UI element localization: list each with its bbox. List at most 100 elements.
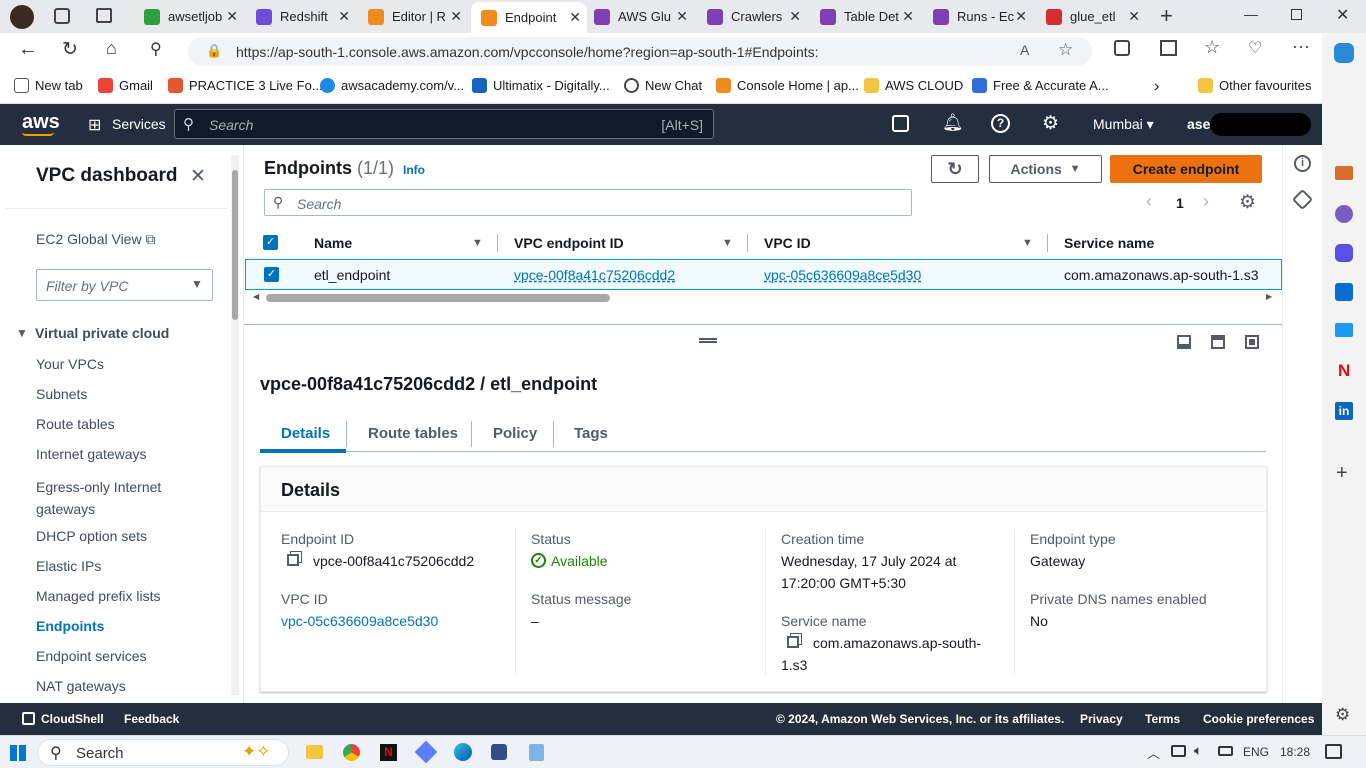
- select-all-checkbox[interactable]: ✓: [263, 235, 278, 250]
- home-icon[interactable]: ⌂: [106, 38, 117, 59]
- nav-prefix-lists[interactable]: Managed prefix lists: [36, 588, 161, 604]
- browser-tab[interactable]: AWS Glu ✕: [584, 4, 694, 29]
- table-row[interactable]: ✓ etl_endpoint vpce-00f8a41c75206cdd2 vp…: [245, 259, 1282, 290]
- feedback-link[interactable]: Feedback: [124, 712, 179, 726]
- browser-tab-active[interactable]: Endpoint ✕: [471, 2, 587, 33]
- actions-button[interactable]: Actions ▼: [989, 155, 1102, 183]
- nav-egress-only[interactable]: Egress-only Internet gateways: [36, 476, 186, 520]
- file-explorer-icon[interactable]: [306, 745, 323, 759]
- vpc-id-link[interactable]: vpc-05c636609a8ce5d30: [281, 613, 438, 629]
- cloudshell-button[interactable]: CloudShell: [41, 712, 104, 726]
- cloudshell-icon[interactable]: [892, 115, 909, 132]
- taskbar-search[interactable]: ⚲ Search ✦✧: [37, 739, 289, 766]
- section-vpc[interactable]: Virtual private cloud: [35, 325, 169, 341]
- notifications-icon[interactable]: 🔔︎: [942, 113, 964, 133]
- language-indicator[interactable]: ENG: [1243, 745, 1269, 759]
- split-full-icon[interactable]: [1245, 335, 1259, 349]
- fav-new-tab[interactable]: New tab: [14, 78, 83, 93]
- table-preferences-gear-icon[interactable]: ⚙: [1239, 191, 1256, 214]
- next-page-icon[interactable]: ›: [1203, 191, 1209, 212]
- back-icon[interactable]: ←: [18, 38, 38, 61]
- refresh-icon[interactable]: ↻: [62, 38, 78, 61]
- tab-route-tables[interactable]: Route tables: [368, 425, 458, 442]
- refresh-button[interactable]: ↻: [931, 155, 979, 183]
- volume-icon[interactable]: 🔈︎: [1194, 742, 1202, 759]
- resources-panel-icon[interactable]: [1291, 188, 1314, 211]
- more-favorites-icon[interactable]: ›: [1154, 78, 1159, 96]
- browser-tab[interactable]: Crawlers ✕: [697, 4, 807, 29]
- aws-logo[interactable]: aws: [22, 111, 60, 134]
- tab-tags[interactable]: Tags: [574, 425, 608, 442]
- fav-console-home[interactable]: Console Home | ap...: [716, 78, 859, 93]
- nav-scroll-thumb[interactable]: [232, 170, 238, 320]
- sort-caret-icon[interactable]: ▼: [1022, 237, 1033, 249]
- fav-ultimatix[interactable]: Ultimatix - Digitally...: [472, 78, 610, 93]
- office-icon[interactable]: [1335, 244, 1353, 262]
- show-hidden-icons-icon[interactable]: ︿: [1147, 743, 1160, 762]
- split-screen-icon[interactable]: [1160, 40, 1177, 56]
- close-tab-icon[interactable]: ✕: [1015, 8, 1027, 25]
- terms-link[interactable]: Terms: [1145, 712, 1180, 726]
- nav-nat-gateways[interactable]: NAT gateways: [36, 678, 126, 694]
- sort-caret-icon[interactable]: ▼: [472, 237, 483, 249]
- table-scrollbar-thumb[interactable]: [266, 294, 610, 302]
- nav-title[interactable]: VPC dashboard: [36, 165, 177, 187]
- scroll-left-icon[interactable]: ◀: [253, 292, 259, 301]
- close-tab-icon[interactable]: ✕: [226, 8, 238, 25]
- sidebar-settings-icon[interactable]: ⚙: [1335, 705, 1350, 725]
- close-tab-icon[interactable]: ✕: [902, 8, 914, 25]
- virtualbox-icon[interactable]: [491, 744, 507, 760]
- page-number[interactable]: 1: [1176, 195, 1184, 211]
- browser-tab[interactable]: glue_etl ✕: [1036, 4, 1146, 29]
- nav-endpoint-services[interactable]: Endpoint services: [36, 648, 147, 664]
- browser-essentials-icon[interactable]: ♡: [1248, 38, 1262, 58]
- drag-handle-icon[interactable]: [699, 338, 717, 343]
- cell-endpoint-id-link[interactable]: vpce-00f8a41c75206cdd2: [514, 267, 675, 283]
- browser-tab[interactable]: awsetljob ✕: [134, 4, 244, 29]
- battery-icon[interactable]: [1218, 746, 1233, 756]
- tab-actions-icon[interactable]: [96, 8, 112, 23]
- favorites-icon[interactable]: ☆: [1204, 37, 1220, 58]
- profile-avatar[interactable]: [10, 5, 34, 29]
- filter-by-vpc-select[interactable]: Filter by VPC ▼: [36, 269, 213, 301]
- browser-tab[interactable]: Table Det ✕: [810, 4, 920, 29]
- url-field[interactable]: 🔒 https://ap-south-1.console.aws.amazon.…: [188, 37, 1092, 66]
- prev-page-icon[interactable]: ‹: [1146, 191, 1152, 212]
- send-icon[interactable]: [1335, 323, 1353, 337]
- nav-elastic-ips[interactable]: Elastic IPs: [36, 558, 101, 574]
- scroll-right-icon[interactable]: ▶: [1266, 292, 1272, 301]
- chrome-icon[interactable]: [343, 744, 360, 761]
- search-icon[interactable]: ⚲: [150, 39, 162, 59]
- network-icon[interactable]: [1171, 745, 1186, 757]
- col-endpoint-id[interactable]: VPC endpoint ID: [514, 235, 624, 251]
- windows-start-icon[interactable]: [10, 745, 26, 761]
- menu-icon[interactable]: ···: [1292, 36, 1310, 57]
- read-aloud-icon[interactable]: A: [1020, 42, 1029, 58]
- edge-icon[interactable]: [454, 743, 472, 761]
- close-tab-icon[interactable]: ✕: [569, 9, 581, 26]
- aws-search-input[interactable]: ⚲ Search [Alt+S]: [174, 109, 714, 139]
- settings-gear-icon[interactable]: ⚙: [1042, 112, 1059, 135]
- section-caret-icon[interactable]: ▼: [16, 326, 28, 340]
- netflix-taskbar-icon[interactable]: N: [380, 744, 397, 761]
- browser-tab[interactable]: Redshift ✕: [246, 4, 356, 29]
- fav-practice[interactable]: PRACTICE 3 Live Fo...: [168, 78, 323, 93]
- nav-endpoints-active[interactable]: Endpoints: [36, 618, 104, 634]
- close-tab-icon[interactable]: ✕: [1128, 8, 1140, 25]
- nav-scrollbar[interactable]: [231, 155, 239, 695]
- linkedin-icon[interactable]: in: [1335, 402, 1353, 420]
- fav-free-accurate[interactable]: Free & Accurate A...: [972, 78, 1109, 93]
- close-nav-icon[interactable]: ✕: [190, 165, 206, 188]
- add-sidebar-icon[interactable]: +: [1336, 462, 1348, 485]
- close-tab-icon[interactable]: ✕: [450, 8, 462, 25]
- privacy-link[interactable]: Privacy: [1080, 712, 1123, 726]
- services-menu[interactable]: Services: [112, 116, 166, 132]
- close-tab-icon[interactable]: ✕: [338, 8, 350, 25]
- nav-dhcp[interactable]: DHCP option sets: [36, 528, 147, 544]
- tab-policy[interactable]: Policy: [493, 425, 537, 442]
- cookie-preferences-link[interactable]: Cookie preferences: [1203, 712, 1314, 726]
- col-vpc-id[interactable]: VPC ID: [764, 235, 811, 251]
- col-name[interactable]: Name: [314, 235, 352, 251]
- extensions-icon[interactable]: [1114, 40, 1130, 56]
- netflix-icon[interactable]: N: [1338, 361, 1350, 381]
